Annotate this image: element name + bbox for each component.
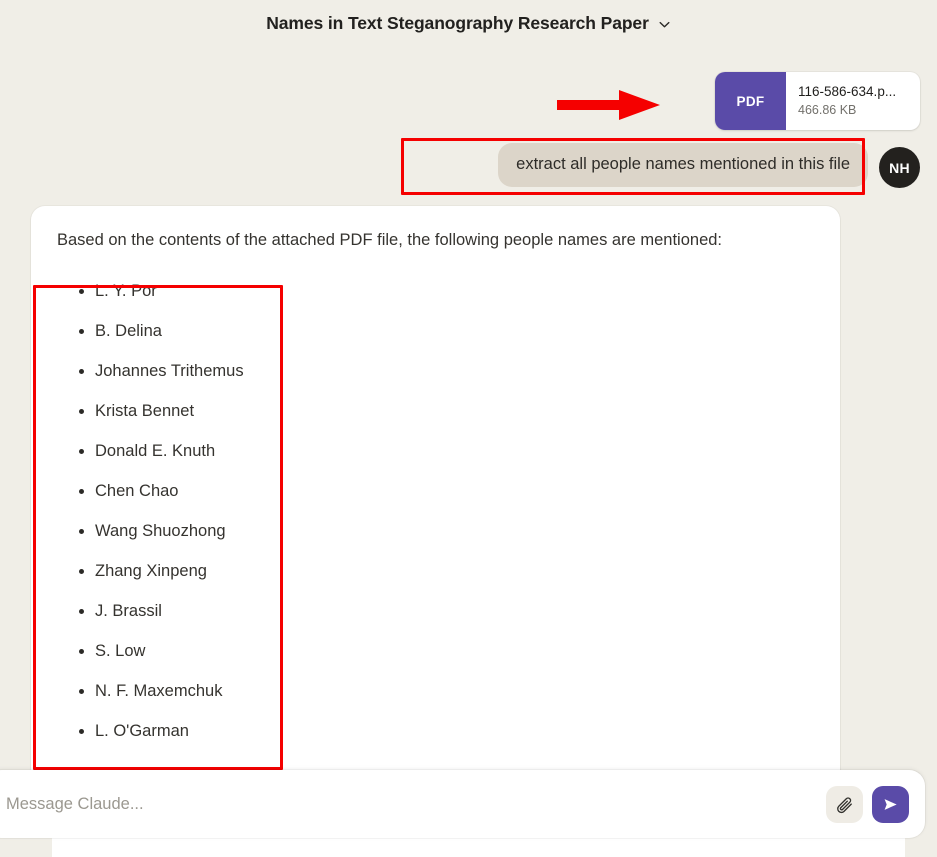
list-item: Krista Bennet	[57, 391, 814, 431]
pdf-attachment-chip[interactable]: PDF 116-586-634.p... 466.86 KB	[715, 72, 920, 130]
list-item: Donald E. Knuth	[57, 431, 814, 471]
list-item: S. Low	[57, 631, 814, 671]
list-item: Johannes Trithemus	[57, 351, 814, 391]
composer-bar	[0, 770, 925, 838]
attach-file-button[interactable]	[826, 786, 863, 823]
composer-underlay	[0, 838, 937, 857]
chat-title-bar: Names in Text Steganography Research Pap…	[0, 0, 937, 47]
pdf-file-name: 116-586-634.p...	[798, 84, 910, 100]
conversation-scroll-area[interactable]: PDF 116-586-634.p... 466.86 KB extract a…	[0, 47, 937, 857]
message-input[interactable]	[0, 795, 826, 814]
list-item: N. F. Maxemchuk	[57, 671, 814, 711]
extracted-names-list: L. Y. Por B. Delina Johannes Trithemus K…	[57, 271, 814, 751]
list-item: Wang Shuozhong	[57, 511, 814, 551]
list-item: J. Brassil	[57, 591, 814, 631]
chevron-down-icon[interactable]	[658, 18, 671, 31]
list-item: Chen Chao	[57, 471, 814, 511]
pdf-attachment-meta: 116-586-634.p... 466.86 KB	[786, 72, 920, 130]
user-message-bubble[interactable]: extract all people names mentioned in th…	[498, 143, 868, 187]
send-message-button[interactable]	[872, 786, 909, 823]
pdf-file-type-badge: PDF	[715, 72, 786, 130]
assistant-message-card: Based on the contents of the attached PD…	[31, 206, 840, 806]
list-item: B. Delina	[57, 311, 814, 351]
avatar[interactable]: NH	[879, 147, 920, 188]
assistant-intro-text: Based on the contents of the attached PD…	[57, 227, 767, 253]
user-message-row: extract all people names mentioned in th…	[498, 143, 920, 188]
send-paper-plane-icon	[881, 795, 900, 814]
list-item: L. O'Garman	[57, 711, 814, 751]
attachment-row: PDF 116-586-634.p... 466.86 KB	[715, 72, 920, 130]
list-item: Zhang Xinpeng	[57, 551, 814, 591]
page-title: Names in Text Steganography Research Pap…	[266, 13, 649, 34]
paperclip-icon	[835, 795, 854, 814]
pdf-file-size: 466.86 KB	[798, 103, 910, 118]
list-item: L. Y. Por	[57, 271, 814, 311]
composer-actions	[826, 786, 909, 823]
